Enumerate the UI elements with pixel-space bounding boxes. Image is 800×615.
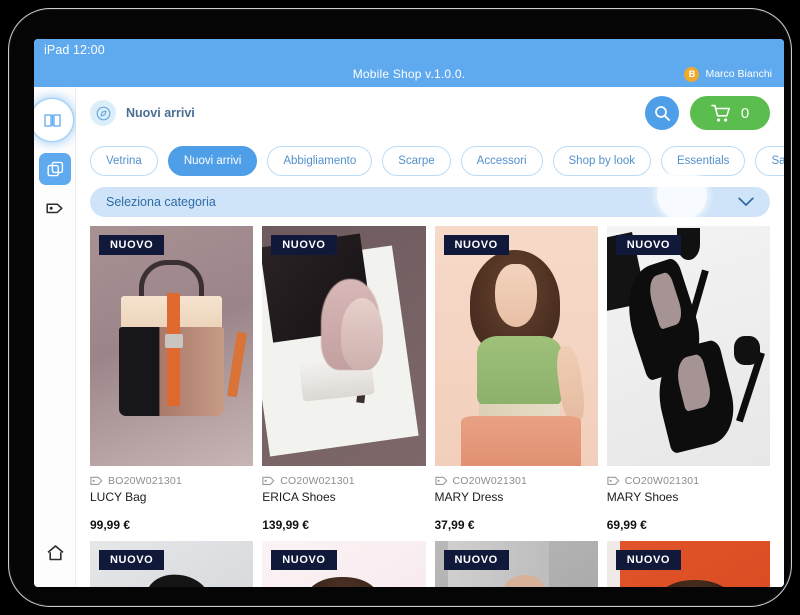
- search-button[interactable]: [645, 96, 679, 130]
- new-badge: NUOVO: [99, 550, 165, 570]
- product-artwork: [606, 226, 770, 466]
- compass-icon: [90, 100, 116, 126]
- product-artwork: [90, 226, 254, 466]
- product-card[interactable]: NUOVO CO20W021301 ERICA Shoes 139,99 €: [262, 226, 426, 532]
- new-badge: NUOVO: [443, 235, 509, 255]
- layers-icon: [47, 161, 63, 176]
- product-sku: CO20W021301: [452, 475, 528, 487]
- tag-icon: [434, 476, 447, 485]
- sidebar-item-catalog[interactable]: [34, 99, 73, 141]
- product-price: 37,99 €: [434, 518, 475, 532]
- product-image[interactable]: NUOVO: [90, 226, 254, 466]
- product-name: MARY Shoes: [606, 490, 679, 504]
- app-title-bar: Mobile Shop v.1.0.0. B Marco Bianchi: [34, 61, 784, 87]
- sku-row: BO20W021301: [90, 475, 253, 487]
- product-artwork: [434, 226, 598, 466]
- product-sku: BO20W021301: [108, 475, 182, 487]
- tablet-frame: iPad 12:00 Mobile Shop v.1.0.0. B Marco …: [8, 8, 792, 607]
- category-pill-shop-by-look[interactable]: Shop by look: [552, 146, 652, 176]
- product-card[interactable]: NUOVO: [434, 541, 598, 587]
- product-card[interactable]: NUOVO: [90, 541, 254, 587]
- product-card[interactable]: NUOVO CO20W021301 MARY Dress 37,99 €: [434, 226, 598, 532]
- product-image[interactable]: NUOVO: [606, 541, 770, 587]
- product-image[interactable]: NUOVO: [262, 541, 426, 587]
- chevron-down-icon: [738, 197, 754, 206]
- user-name: Marco Bianchi: [705, 68, 772, 80]
- category-pill-row: Vetrina Nuovi arrivi Abbigliamento Scarpe Ac…: [76, 139, 784, 183]
- category-pill-accessori[interactable]: Accessori: [460, 146, 543, 176]
- tag-icon: [46, 202, 63, 213]
- app-title: Mobile Shop v.1.0.0.: [352, 67, 466, 81]
- product-image[interactable]: NUOVO: [434, 541, 598, 587]
- tag-icon: [607, 476, 619, 485]
- product-artwork: [262, 226, 426, 466]
- product-price: 69,99 €: [606, 518, 647, 532]
- sidebar-item-home[interactable]: [39, 537, 71, 569]
- breadcrumb: Nuovi arrivi 0: [76, 87, 784, 139]
- category-pill-abbigliamento[interactable]: Abbigliamento: [267, 146, 373, 176]
- product-card[interactable]: NUOVO: [262, 541, 426, 587]
- user-chip[interactable]: B Marco Bianchi: [684, 61, 772, 87]
- new-badge: NUOVO: [271, 235, 337, 255]
- category-pill-scarpe[interactable]: Scarpe: [382, 146, 451, 176]
- product-image[interactable]: NUOVO: [262, 226, 426, 466]
- cart-button[interactable]: 0: [690, 96, 770, 130]
- product-sku: CO20W021301: [280, 475, 355, 487]
- category-pill-vetrina[interactable]: Vetrina: [90, 146, 158, 176]
- product-price: 99,99 €: [90, 518, 131, 532]
- tablet-screen: iPad 12:00 Mobile Shop v.1.0.0. B Marco …: [34, 39, 784, 587]
- product-name: MARY Dress: [434, 490, 504, 504]
- product-price: 139,99 €: [262, 518, 309, 532]
- main-content: Nuovi arrivi 0 Vetrina Nuovi arrivi Abbi…: [76, 87, 784, 587]
- tag-icon: [262, 476, 275, 485]
- sidebar: [34, 87, 76, 587]
- cart-icon: [711, 104, 730, 122]
- product-card[interactable]: NUOVO: [606, 541, 770, 587]
- product-name: ERICA Shoes: [262, 490, 336, 504]
- sku-row: CO20W021301: [607, 475, 770, 487]
- category-pill-nuovi-arrivi[interactable]: Nuovi arrivi: [167, 146, 258, 176]
- category-select-label: Seleziona categoria: [106, 195, 216, 209]
- product-sku: CO20W021301: [624, 475, 700, 487]
- avatar: B: [684, 66, 700, 82]
- product-card[interactable]: NUOVO CO20W021301 MARY Shoes 69,99 €: [606, 226, 770, 532]
- cart-count: 0: [740, 104, 750, 122]
- product-image[interactable]: NUOVO: [90, 541, 254, 587]
- sku-row: CO20W021301: [262, 475, 425, 487]
- search-icon: [654, 105, 670, 121]
- new-badge: NUOVO: [99, 235, 165, 255]
- sidebar-item-collections[interactable]: [39, 153, 71, 185]
- new-badge: NUOVO: [615, 550, 682, 570]
- new-badge: NUOVO: [615, 235, 682, 255]
- new-badge: NUOVO: [443, 550, 509, 570]
- category-pill-essentials[interactable]: Essentials: [661, 146, 746, 176]
- product-name: LUCY Bag: [90, 490, 147, 504]
- product-image[interactable]: NUOVO: [606, 226, 770, 466]
- home-icon: [46, 545, 64, 561]
- product-card[interactable]: NUOVO BO20W021301 LUCY Bag 99,99 €: [90, 226, 254, 532]
- status-bar: iPad 12:00: [34, 39, 784, 61]
- tag-icon: [90, 476, 103, 485]
- sku-row: CO20W021301: [434, 475, 598, 487]
- book-icon: [43, 114, 61, 127]
- product-image[interactable]: NUOVO: [434, 226, 598, 466]
- product-grid: NUOVO BO20W021301 LUCY Bag 99,99 € NUOVO CO20…: [90, 226, 770, 587]
- sidebar-item-tags[interactable]: [39, 192, 71, 224]
- category-select[interactable]: Seleziona categoria: [90, 187, 770, 217]
- new-badge: NUOVO: [271, 550, 337, 570]
- category-pill-saldi[interactable]: Saldi: [755, 146, 784, 176]
- breadcrumb-label: Nuovi arrivi: [126, 106, 195, 120]
